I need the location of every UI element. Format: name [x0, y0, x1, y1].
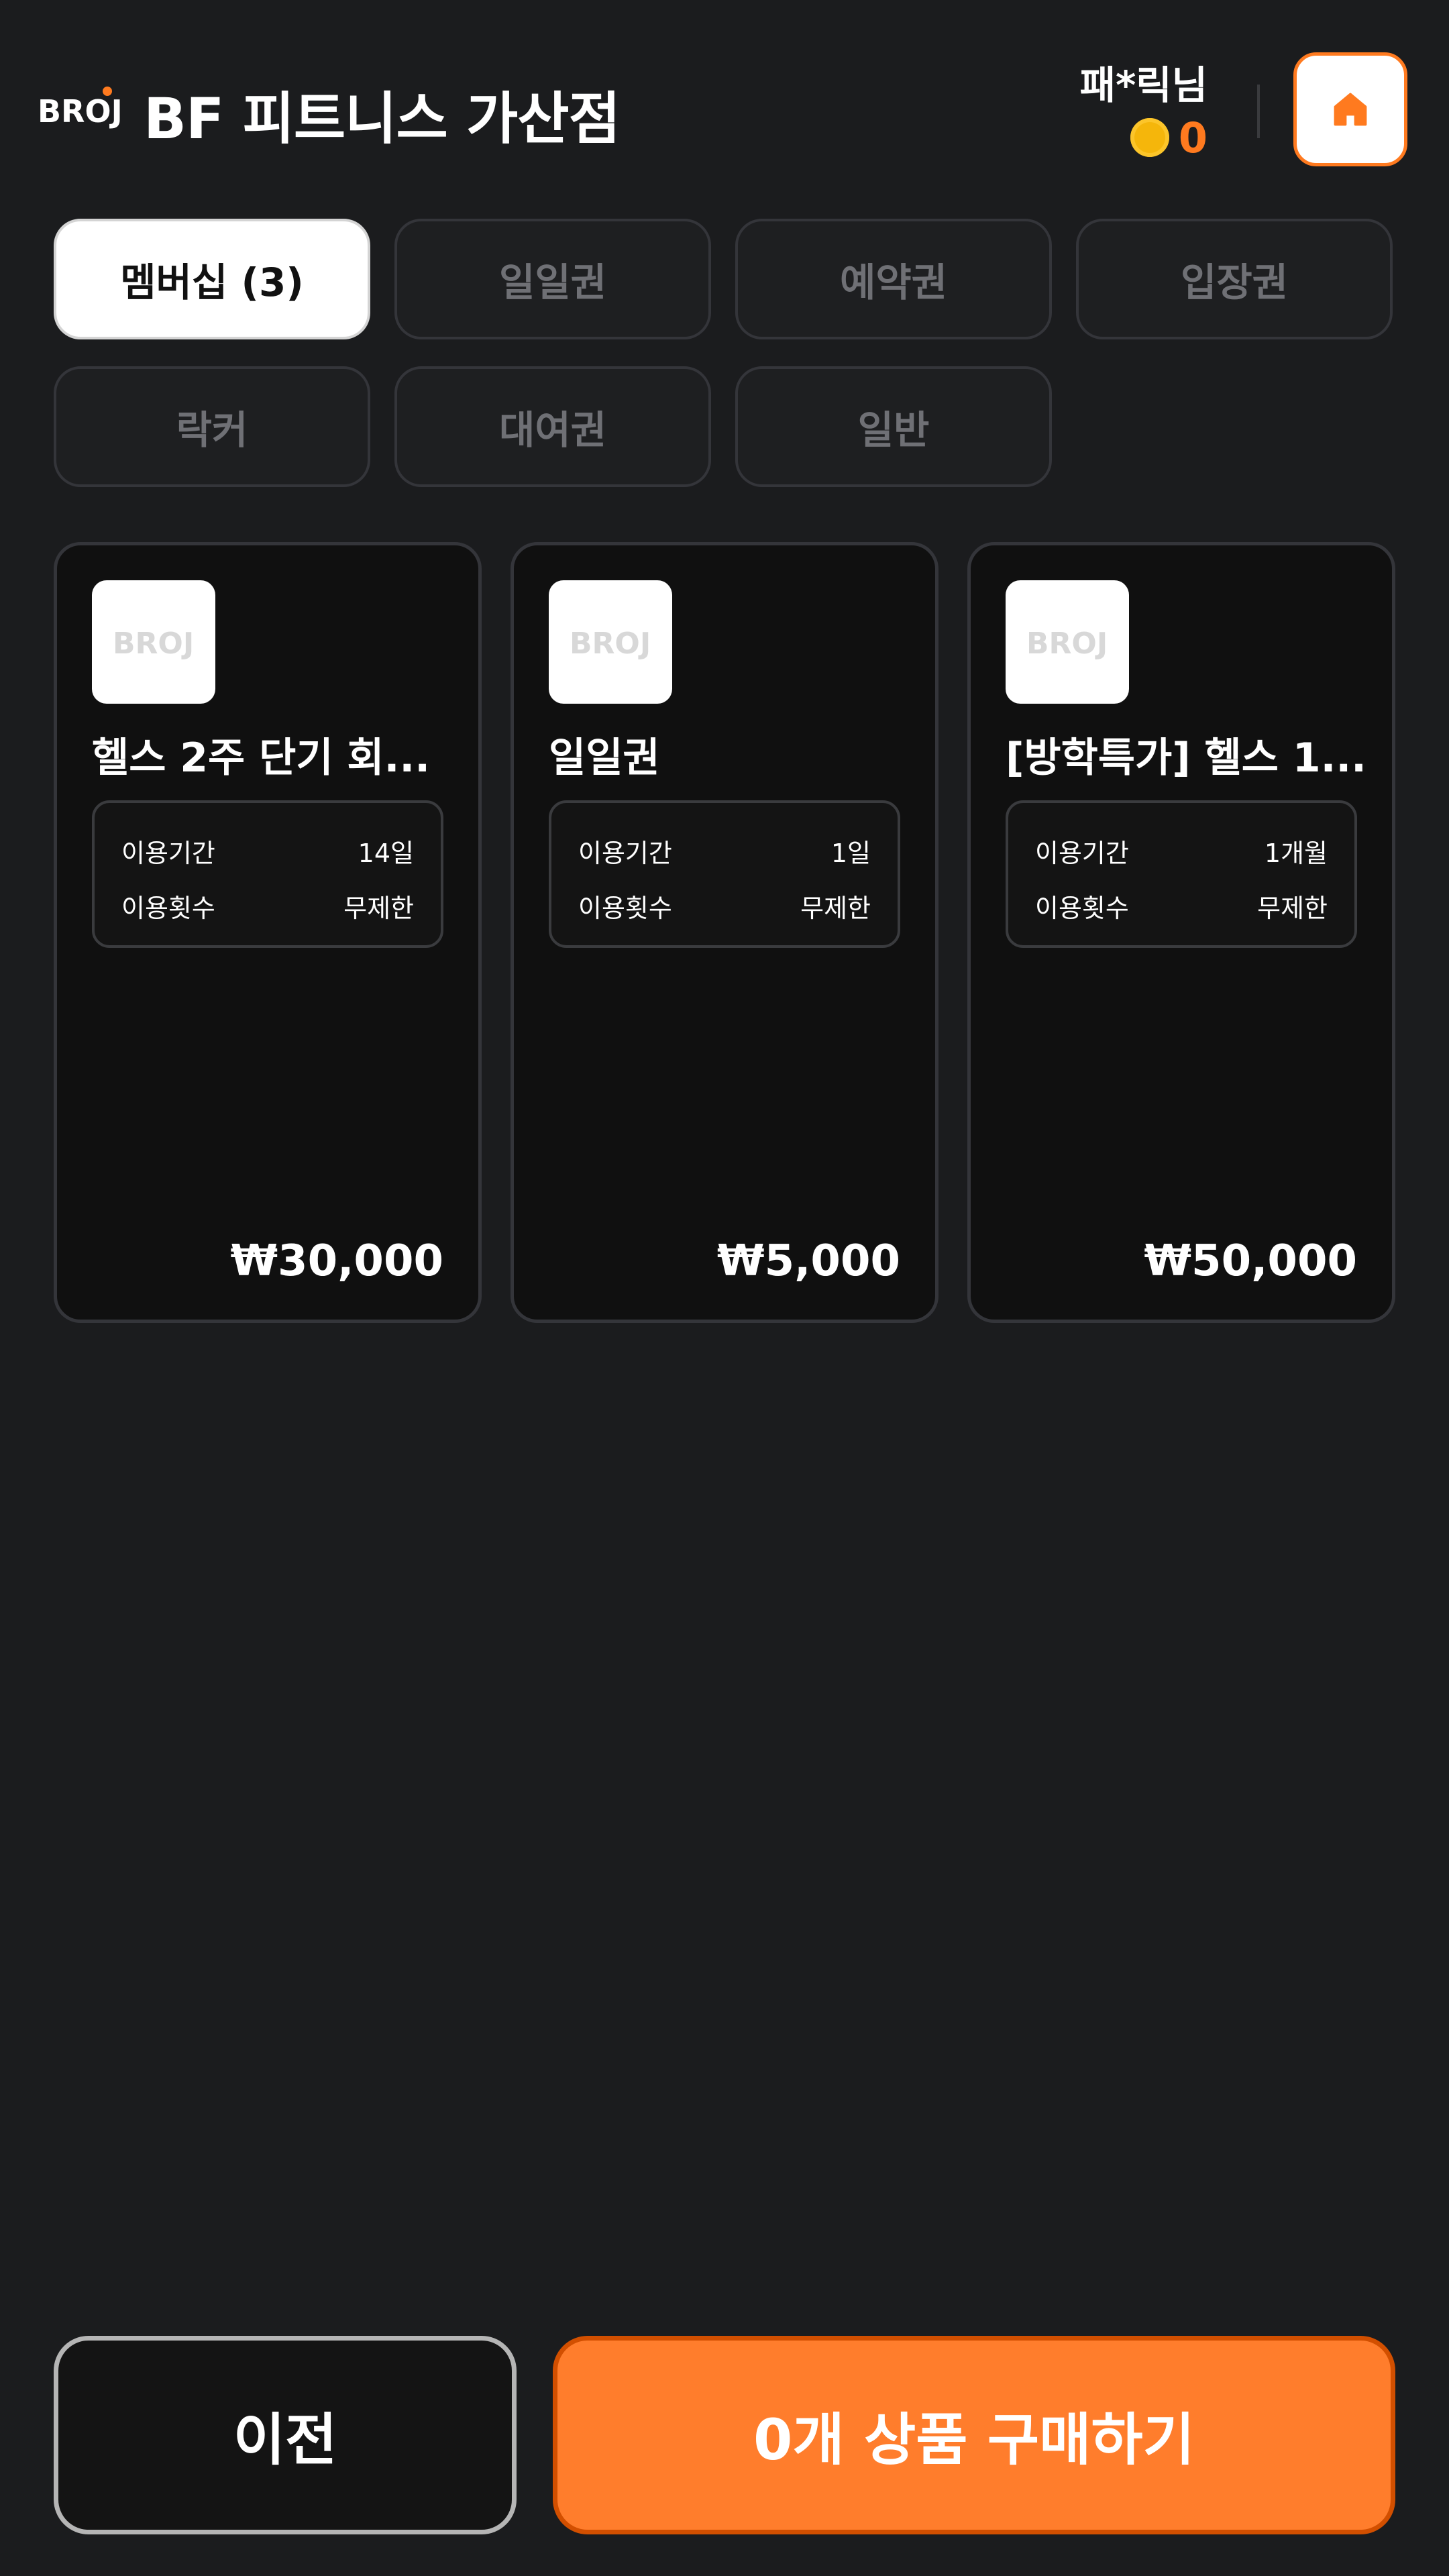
product-title: 일일권 — [549, 735, 660, 782]
brand-logo: BROJ — [113, 627, 194, 661]
count-label: 이용횟수 — [578, 893, 672, 923]
period-label: 이용기간 — [1035, 838, 1129, 868]
purchase-button[interactable]: 0개 상품 구매하기 — [553, 2336, 1395, 2534]
product-title: [방학특가] 헬스 1... — [1006, 735, 1366, 782]
info-row-count: 이용횟수 무제한 — [1035, 878, 1328, 933]
product-card[interactable]: BROJ 일일권 이용기간 1일 이용횟수 무제한 ₩5,000 — [511, 542, 938, 1323]
info-row-period: 이용기간 14일 — [121, 823, 414, 878]
count-value: 무제한 — [343, 893, 414, 923]
svg-text:BROJ: BROJ — [570, 627, 651, 661]
points-value: 0 — [1178, 113, 1208, 162]
previous-button[interactable]: 이전 — [54, 2336, 517, 2534]
tab-locker[interactable]: 락커 — [54, 366, 370, 487]
header-divider — [1257, 85, 1260, 138]
coin-icon — [1130, 118, 1169, 157]
product-title: 헬스 2주 단기 회... — [92, 735, 430, 782]
brand-logo-text: BROJ — [38, 93, 121, 129]
product-price: ₩30,000 — [230, 1236, 443, 1286]
product-card[interactable]: BROJ 헬스 2주 단기 회... 이용기간 14일 이용횟수 무제한 ₩30… — [54, 542, 482, 1323]
period-value: 1개월 — [1264, 838, 1328, 868]
info-row-count: 이용횟수 무제한 — [578, 878, 871, 933]
product-info-box: 이용기간 14일 이용횟수 무제한 — [92, 800, 443, 948]
count-label: 이용횟수 — [1035, 893, 1129, 923]
kiosk-page: BROJ BF 피트니스 가산점 패*릭님 0 멤버십 (3) 일일권 예약권 … — [0, 0, 1449, 2576]
period-label: 이용기간 — [578, 838, 672, 868]
product-info-box: 이용기간 1일 이용횟수 무제한 — [549, 800, 900, 948]
period-value: 14일 — [358, 838, 414, 868]
header: BROJ BF 피트니스 가산점 패*릭님 0 — [0, 0, 1449, 201]
product-thumbnail: BROJ — [92, 580, 215, 704]
period-label: 이용기간 — [121, 838, 215, 868]
period-value: 1일 — [830, 838, 871, 868]
brand-logo: BROJ — [38, 87, 121, 129]
info-row-count: 이용횟수 무제한 — [121, 878, 414, 933]
user-name: 패*릭님 — [1079, 62, 1208, 108]
product-info-box: 이용기간 1개월 이용횟수 무제한 — [1006, 800, 1357, 948]
svg-text:BROJ: BROJ — [1026, 627, 1108, 661]
svg-text:BROJ: BROJ — [113, 627, 194, 661]
tab-general[interactable]: 일반 — [735, 366, 1052, 487]
product-price: ₩50,000 — [1144, 1236, 1357, 1286]
tab-entry-pass[interactable]: 입장권 — [1076, 219, 1393, 339]
product-thumbnail: BROJ — [1006, 580, 1129, 704]
tab-membership[interactable]: 멤버십 (3) — [54, 219, 370, 339]
product-thumbnail: BROJ — [549, 580, 672, 704]
home-button[interactable] — [1293, 52, 1407, 166]
info-row-period: 이용기간 1개월 — [1035, 823, 1328, 878]
count-label: 이용횟수 — [121, 893, 215, 923]
tab-daily-pass[interactable]: 일일권 — [394, 219, 711, 339]
points-display: 0 — [1130, 113, 1208, 162]
tab-rental-pass[interactable]: 대여권 — [394, 366, 711, 487]
home-icon — [1334, 93, 1367, 126]
count-value: 무제한 — [1257, 893, 1328, 923]
tab-reservation-pass[interactable]: 예약권 — [735, 219, 1052, 339]
info-row-period: 이용기간 1일 — [578, 823, 871, 878]
product-price: ₩5,000 — [716, 1236, 900, 1286]
product-card[interactable]: BROJ [방학특가] 헬스 1... 이용기간 1개월 이용횟수 무제한 ₩5… — [967, 542, 1395, 1323]
count-value: 무제한 — [800, 893, 871, 923]
brand-logo: BROJ — [570, 627, 651, 661]
store-title: BF 피트니스 가산점 — [144, 86, 621, 152]
brand-logo: BROJ — [1026, 627, 1108, 661]
